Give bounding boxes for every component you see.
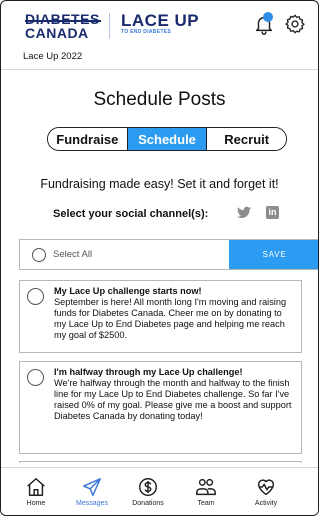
nav-home[interactable]: Home: [11, 476, 61, 507]
gear-icon[interactable]: [284, 13, 306, 35]
post-select-radio[interactable]: [27, 369, 44, 386]
send-icon: [83, 478, 101, 496]
header-divider: [1, 69, 318, 70]
select-all-label: Select All: [53, 249, 93, 260]
channels-label: Select your social channel(s):: [53, 208, 209, 220]
nav-messages[interactable]: Messages: [67, 476, 117, 507]
tab-switcher: Fundraise Schedule Recruit: [47, 127, 287, 151]
phone-frame: DIABETES CANADA LACE UP TO END DIABETES …: [0, 0, 319, 516]
save-button[interactable]: SAVE: [229, 240, 318, 269]
lace-up-logo: LACE UP TO END DIABETES: [121, 12, 199, 36]
nav-label: Activity: [254, 500, 278, 507]
post-title: I'm halfway through my Lace Up challenge…: [54, 367, 243, 377]
select-bar: Select All SAVE: [19, 239, 318, 270]
logo-divider: [109, 13, 110, 39]
linkedin-icon[interactable]: in: [266, 206, 279, 219]
diabetes-canada-logo: DIABETES CANADA: [25, 11, 101, 41]
tab-schedule[interactable]: Schedule: [127, 128, 208, 150]
team-icon: [196, 478, 216, 496]
select-all-radio[interactable]: [32, 247, 46, 262]
notification-badge: [263, 12, 273, 22]
nav-label: Home: [26, 500, 46, 507]
post-select-radio[interactable]: [27, 288, 44, 305]
logo-diabetes-line2: CANADA: [25, 25, 89, 41]
logo-laceup-line2: TO END DIABETES: [121, 29, 171, 35]
heart-pulse-icon: [257, 479, 275, 496]
twitter-icon[interactable]: [237, 206, 251, 219]
tab-recruit[interactable]: Recruit: [207, 128, 286, 150]
home-icon: [27, 478, 45, 496]
nav-label: Donations: [132, 500, 164, 507]
app-header: DIABETES CANADA LACE UP TO END DIABETES …: [1, 1, 318, 67]
tab-fundraise[interactable]: Fundraise: [48, 128, 128, 150]
logo-laceup-line1: LACE UP: [121, 11, 200, 30]
post-title: My Lace Up challenge starts now!: [54, 286, 202, 296]
post-card[interactable]: I'm halfway through my Lace Up challenge…: [19, 361, 302, 454]
post-body: We're halfway through the month and half…: [54, 378, 292, 421]
nav-label: Team: [197, 500, 215, 507]
dollar-icon: [139, 478, 157, 496]
post-body: September is here! All month long I'm mo…: [54, 297, 287, 340]
nav-team[interactable]: Team: [181, 476, 231, 507]
nav-activity[interactable]: Activity: [241, 476, 291, 507]
select-all-toggle[interactable]: Select All: [20, 240, 229, 269]
event-name: Lace Up 2022: [23, 51, 83, 62]
bottom-nav: Home Messages Donations Team Activity: [1, 467, 318, 515]
post-card[interactable]: [19, 461, 302, 463]
nav-donations[interactable]: Donations: [123, 476, 173, 507]
logo-diabetes-line1: DIABETES: [25, 11, 101, 27]
posts-list[interactable]: My Lace Up challenge starts now! Septemb…: [19, 280, 318, 463]
post-card[interactable]: My Lace Up challenge starts now! Septemb…: [19, 280, 302, 353]
page-title: Schedule Posts: [93, 89, 226, 110]
tagline: Fundraising made easy! Set it and forget…: [40, 177, 279, 191]
nav-label: Messages: [76, 500, 108, 507]
